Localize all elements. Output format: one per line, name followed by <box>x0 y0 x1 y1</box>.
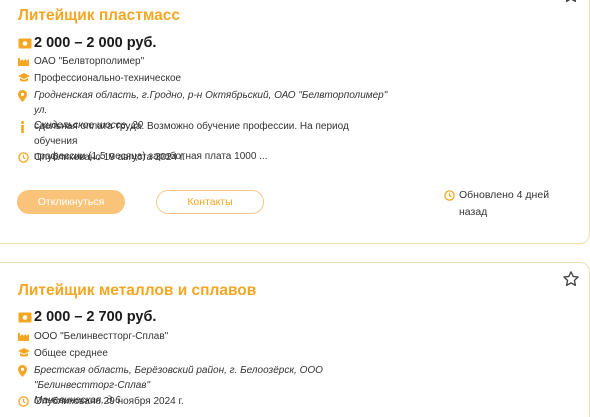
money-icon <box>18 38 32 48</box>
salary: 2 000 – 2 700 руб. <box>18 309 156 325</box>
factory-icon <box>18 333 29 341</box>
company-name[interactable]: ОАО "Белвторполимер" <box>34 54 390 69</box>
company-name[interactable]: ООО "Белинвестторг-Сплав" <box>34 329 390 344</box>
education-text: Общее среднее <box>34 348 108 359</box>
vacancy-title[interactable]: Литейщик пластмасс <box>18 7 180 25</box>
contacts-button[interactable]: Контакты <box>156 190 264 214</box>
updated-info: Обновлено 4 дней назад <box>444 187 564 221</box>
star-icon[interactable] <box>562 0 580 4</box>
updated-text: Обновлено 4 дней назад <box>459 187 549 221</box>
location-pin-icon <box>18 90 27 102</box>
star-icon[interactable] <box>562 270 580 288</box>
salary: 2 000 – 2 000 руб. <box>18 35 156 51</box>
clock-icon <box>18 152 29 163</box>
vacancy-card: Литейщик металлов и сплавов 2 000 – 2 70… <box>0 262 590 417</box>
company-row: ОАО "Белвторполимер" <box>18 54 390 69</box>
vacancy-title[interactable]: Литейщик металлов и сплавов <box>18 282 256 300</box>
clock-icon <box>18 396 29 407</box>
company-row: ООО "Белинвестторг-Сплав" <box>18 329 390 344</box>
respond-button[interactable]: Откликнуться <box>17 190 125 214</box>
graduation-cap-icon <box>18 73 30 82</box>
salary-value: 2 000 – 2 000 руб. <box>34 35 157 51</box>
updated-line-2: назад <box>459 206 488 218</box>
factory-icon <box>18 58 29 66</box>
education-text: Профессионально-техническое <box>34 73 182 84</box>
address-line-1: Гродненская область, г.Гродно, р-н Октяб… <box>34 90 388 116</box>
published-row: Опубликовано 29 ноября 2024 г. <box>18 394 390 409</box>
graduation-cap-icon <box>18 348 30 357</box>
clock-icon <box>444 190 455 201</box>
location-pin-icon <box>18 365 27 377</box>
published-date: Опубликовано 29 ноября 2024 г. <box>34 396 184 407</box>
address-line-1: Брестская область, Берёзовский район, г.… <box>34 365 323 391</box>
published-date: Опубликовано 19 августа 2024 г. <box>34 152 186 163</box>
education-row: Общее среднее <box>18 346 390 361</box>
info-icon <box>21 121 24 133</box>
education-row: Профессионально-техническое <box>18 71 390 86</box>
money-icon <box>18 312 32 322</box>
info-line-1: сдельная оплата труда. Возможно обучение… <box>34 121 349 147</box>
published-row: Опубликовано 19 августа 2024 г. <box>18 150 390 165</box>
salary-value: 2 000 – 2 700 руб. <box>34 309 157 325</box>
vacancy-card: Литейщик пластмасс 2 000 – 2 000 руб. ОА… <box>0 0 590 244</box>
updated-line-1: Обновлено 4 дней <box>459 189 550 201</box>
